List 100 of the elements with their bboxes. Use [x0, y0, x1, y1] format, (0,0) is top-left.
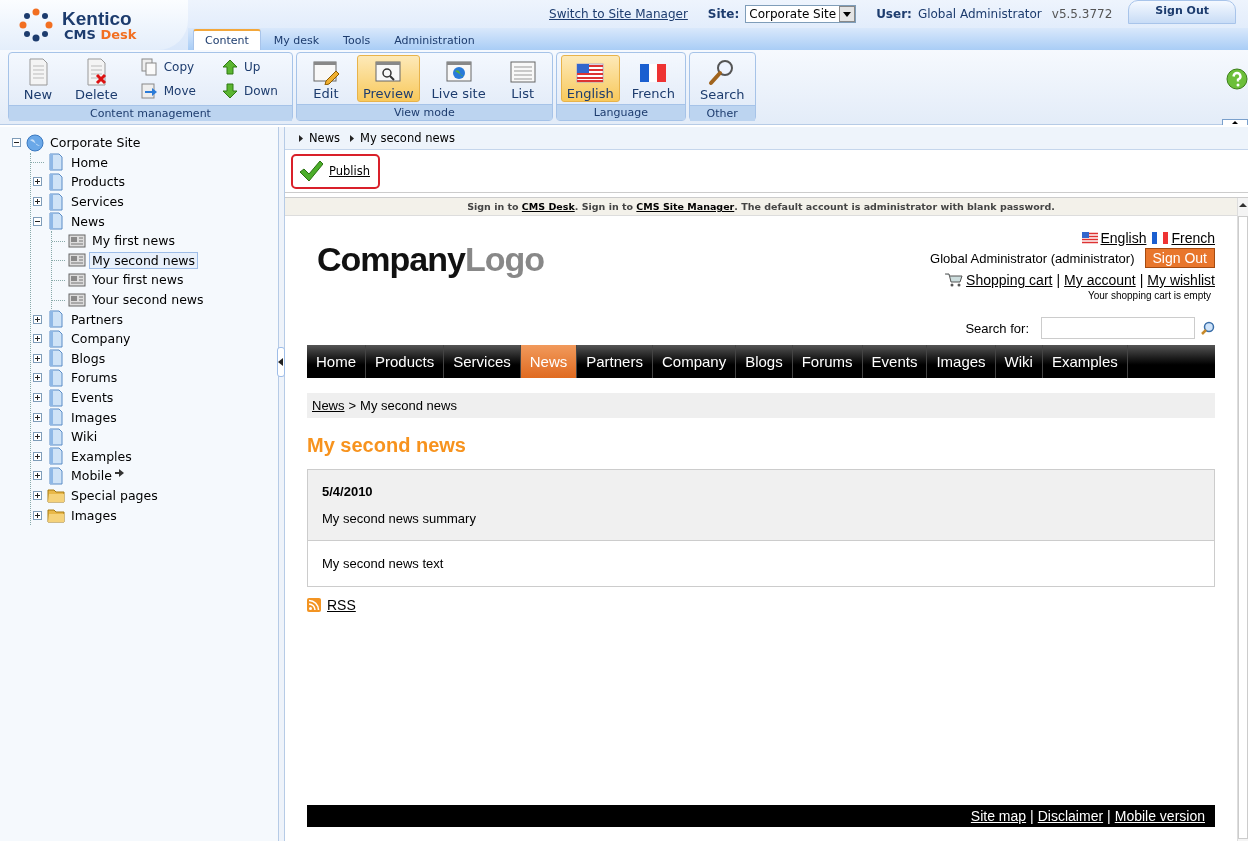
- language-link[interactable]: English: [1081, 230, 1147, 246]
- tree-item[interactable]: Your first news: [89, 271, 187, 289]
- tree-item[interactable]: Your second news: [89, 291, 207, 309]
- expand-node-icon[interactable]: [33, 471, 42, 481]
- footer-link[interactable]: Site map: [970, 808, 1027, 824]
- tree-item[interactable]: Blogs: [68, 349, 109, 367]
- toolbar-button[interactable]: Preview: [356, 55, 420, 102]
- toolbar-button[interactable]: Live site: [425, 55, 492, 102]
- expand-node-icon[interactable]: [33, 393, 42, 402]
- expand-node-icon[interactable]: [33, 177, 42, 187]
- account-link[interactable]: My account: [1064, 272, 1136, 288]
- tree-item[interactable]: My second news: [89, 251, 199, 269]
- menu-item[interactable]: Wiki: [995, 345, 1043, 378]
- tree-item[interactable]: Events: [68, 389, 117, 406]
- user-name: Global Administrator: [917, 7, 1042, 21]
- tree-item[interactable]: Corporate Site: [47, 134, 144, 152]
- collapse-node-icon[interactable]: [33, 216, 42, 226]
- search-field[interactable]: [1041, 317, 1195, 339]
- tree-item[interactable]: Special pages: [68, 487, 161, 504]
- page-icon: [47, 388, 65, 407]
- expand-node-icon[interactable]: [33, 353, 42, 363]
- expand-node-icon[interactable]: [33, 197, 42, 207]
- scrollbar[interactable]: [1237, 198, 1248, 841]
- menu-item[interactable]: Products: [366, 345, 445, 378]
- flag-icon: [639, 61, 668, 85]
- expand-node-icon[interactable]: [33, 373, 42, 383]
- page-icon: [47, 173, 65, 191]
- account-link[interactable]: My wishlist: [1147, 272, 1215, 288]
- tree-item[interactable]: Home: [68, 153, 111, 171]
- tree-item[interactable]: Partners: [68, 310, 126, 328]
- expand-node-icon[interactable]: [33, 510, 42, 520]
- expand-node-icon[interactable]: [33, 314, 42, 324]
- breadcrumb-current: My second news: [360, 398, 457, 413]
- menu-item[interactable]: Events: [862, 345, 928, 378]
- collapse-handle[interactable]: [277, 347, 285, 377]
- menu-item[interactable]: Blogs: [736, 345, 793, 378]
- tree-item[interactable]: Products: [68, 173, 128, 191]
- toolbar-button[interactable]: Search: [693, 55, 751, 103]
- toolbar-button[interactable]: Edit: [300, 55, 351, 102]
- tree-item[interactable]: Company: [68, 330, 134, 348]
- switch-link[interactable]: Switch to Site Manager: [549, 7, 688, 21]
- tree-item[interactable]: Examples: [68, 447, 135, 465]
- arrow-right-icon: [299, 134, 303, 142]
- rss-link[interactable]: RSS: [307, 597, 356, 613]
- toolbar-button[interactable]: Up: [219, 58, 280, 76]
- separator: |: [1139, 272, 1144, 288]
- path-item[interactable]: My second news: [360, 131, 455, 145]
- toolbar-button[interactable]: French: [625, 55, 681, 102]
- collapse-icon[interactable]: [1222, 119, 1248, 125]
- collapse-node-icon[interactable]: [12, 138, 21, 148]
- menu-item[interactable]: Examples: [1042, 345, 1128, 378]
- toolbar-button[interactable]: List: [497, 55, 548, 102]
- toolbar-button[interactable]: Move: [137, 81, 198, 101]
- help-icon[interactable]: [1226, 68, 1248, 90]
- toolbar-button[interactable]: New: [13, 55, 63, 103]
- expand-node-icon[interactable]: [33, 451, 42, 461]
- menu-item[interactable]: Home: [307, 345, 366, 378]
- menu-item[interactable]: Partners: [577, 345, 653, 378]
- expand-node-icon[interactable]: [33, 334, 42, 344]
- scroll-up-icon[interactable]: [1239, 202, 1247, 208]
- tree-item[interactable]: Images: [68, 408, 120, 426]
- group-title: Content management: [9, 105, 292, 121]
- footer-link[interactable]: Disclaimer: [1037, 808, 1104, 824]
- menu-item[interactable]: Forums: [792, 345, 863, 378]
- tree-item[interactable]: Wiki: [68, 428, 101, 446]
- publish-button[interactable]: Publish: [291, 153, 380, 189]
- breadcrumb-link[interactable]: News: [312, 398, 345, 413]
- user-text: Global Administrator (administrator): [930, 250, 1135, 266]
- toolbar-button[interactable]: Copy: [137, 57, 198, 77]
- newspaper-icon: [68, 231, 86, 250]
- tree-item[interactable]: Forums: [68, 369, 121, 387]
- menu-item[interactable]: Services: [444, 345, 521, 378]
- expand-node-icon[interactable]: [33, 412, 42, 422]
- tree-item[interactable]: News: [68, 212, 108, 230]
- footer-link[interactable]: Mobile version: [1114, 808, 1205, 824]
- page-icon: [47, 329, 65, 348]
- sign-out-button[interactable]: Sign Out: [1128, 0, 1236, 24]
- tab[interactable]: Content: [193, 29, 261, 50]
- tree-item[interactable]: Images: [68, 506, 120, 524]
- menu-item[interactable]: Company: [652, 345, 737, 378]
- site-dropdown[interactable]: Corporate Site: [745, 5, 857, 23]
- tree-item[interactable]: Services: [68, 193, 127, 211]
- search-icon[interactable]: [1201, 321, 1215, 335]
- tree-item[interactable]: My first news: [89, 232, 178, 250]
- menu-item[interactable]: Images: [927, 345, 996, 378]
- newspaper-icon: [68, 270, 86, 289]
- language-link[interactable]: French: [1152, 230, 1215, 246]
- expand-node-icon[interactable]: [33, 491, 42, 500]
- news-title: My second news: [307, 434, 467, 457]
- tab[interactable]: Tools: [332, 31, 382, 50]
- page-icon: [47, 349, 65, 368]
- toolbar-button[interactable]: Delete: [69, 55, 124, 103]
- expand-node-icon[interactable]: [33, 432, 42, 442]
- toolbar-button[interactable]: Down: [219, 82, 280, 100]
- tree-item[interactable]: Mobile: [68, 467, 115, 485]
- toolbar-button[interactable]: English: [560, 55, 620, 102]
- tab[interactable]: My desk: [262, 31, 331, 50]
- tab[interactable]: Administration: [383, 31, 486, 50]
- cart-link[interactable]: Shopping cart: [945, 272, 1053, 288]
- path-item[interactable]: News: [309, 131, 341, 145]
